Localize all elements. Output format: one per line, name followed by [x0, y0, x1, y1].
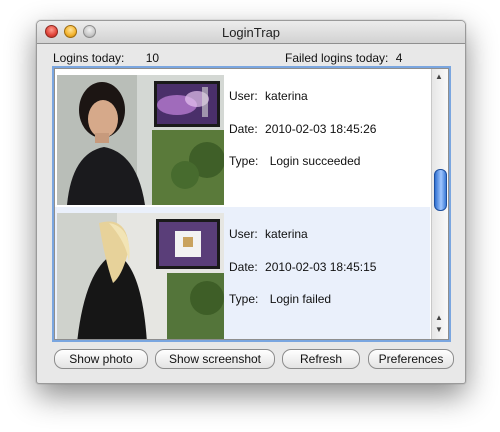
show-screenshot-button[interactable]: Show screenshot [155, 349, 275, 369]
logins-today-value: 10 [145, 51, 160, 65]
webcam-photo [57, 75, 224, 205]
type-value: Login failed [269, 292, 332, 306]
show-photo-button[interactable]: Show photo [54, 349, 148, 369]
title-bar[interactable]: LoginTrap [37, 21, 465, 44]
user-label: User: [229, 89, 258, 103]
login-list[interactable]: User: katerina Date: 2010-02-03 18:45:26… [54, 68, 449, 340]
scroll-down-arrow-icon[interactable]: ▼ [435, 325, 443, 334]
logintrap-window: LoginTrap Logins today: 10 Failed logins… [36, 20, 466, 384]
failed-logins-today: Failed logins today: 4 [285, 51, 402, 65]
logins-today-label: Logins today: [53, 51, 125, 65]
date-value: 2010-02-03 18:45:15 [265, 260, 377, 274]
type-value: Login succeeded [269, 154, 361, 168]
vertical-scrollbar[interactable]: ▲ ▲ ▼ [431, 69, 448, 339]
entry-date: Date: 2010-02-03 18:45:26 [229, 122, 376, 136]
user-value: katerina [265, 227, 308, 241]
user-value: katerina [265, 89, 308, 103]
entry-date: Date: 2010-02-03 18:45:15 [229, 260, 376, 274]
scroll-up-cap-icon: ▲ [435, 72, 443, 81]
entry-type: Type: Login failed [229, 292, 331, 306]
entry-type: Type: Login succeeded [229, 154, 360, 168]
list-item[interactable]: User: katerina Date: 2010-02-03 18:45:26… [55, 69, 430, 205]
failed-logins-label: Failed logins today: [285, 51, 389, 65]
date-label: Date: [229, 260, 258, 274]
entry-user: User: katerina [229, 89, 308, 103]
user-label: User: [229, 227, 258, 241]
date-label: Date: [229, 122, 258, 136]
type-label: Type: [229, 292, 259, 306]
scroll-thumb[interactable] [434, 169, 447, 211]
scroll-up-arrow-icon[interactable]: ▲ [435, 313, 443, 322]
entry-user: User: katerina [229, 227, 308, 241]
preferences-button[interactable]: Preferences [368, 349, 454, 369]
logins-today: Logins today: 10 [53, 51, 159, 65]
failed-logins-value: 4 [395, 51, 403, 65]
list-item[interactable]: User: katerina Date: 2010-02-03 18:45:15… [55, 207, 430, 339]
refresh-button[interactable]: Refresh [282, 349, 360, 369]
window-title: LoginTrap [221, 25, 281, 40]
webcam-photo [57, 213, 224, 339]
date-value: 2010-02-03 18:45:26 [265, 122, 377, 136]
type-label: Type: [229, 154, 259, 168]
